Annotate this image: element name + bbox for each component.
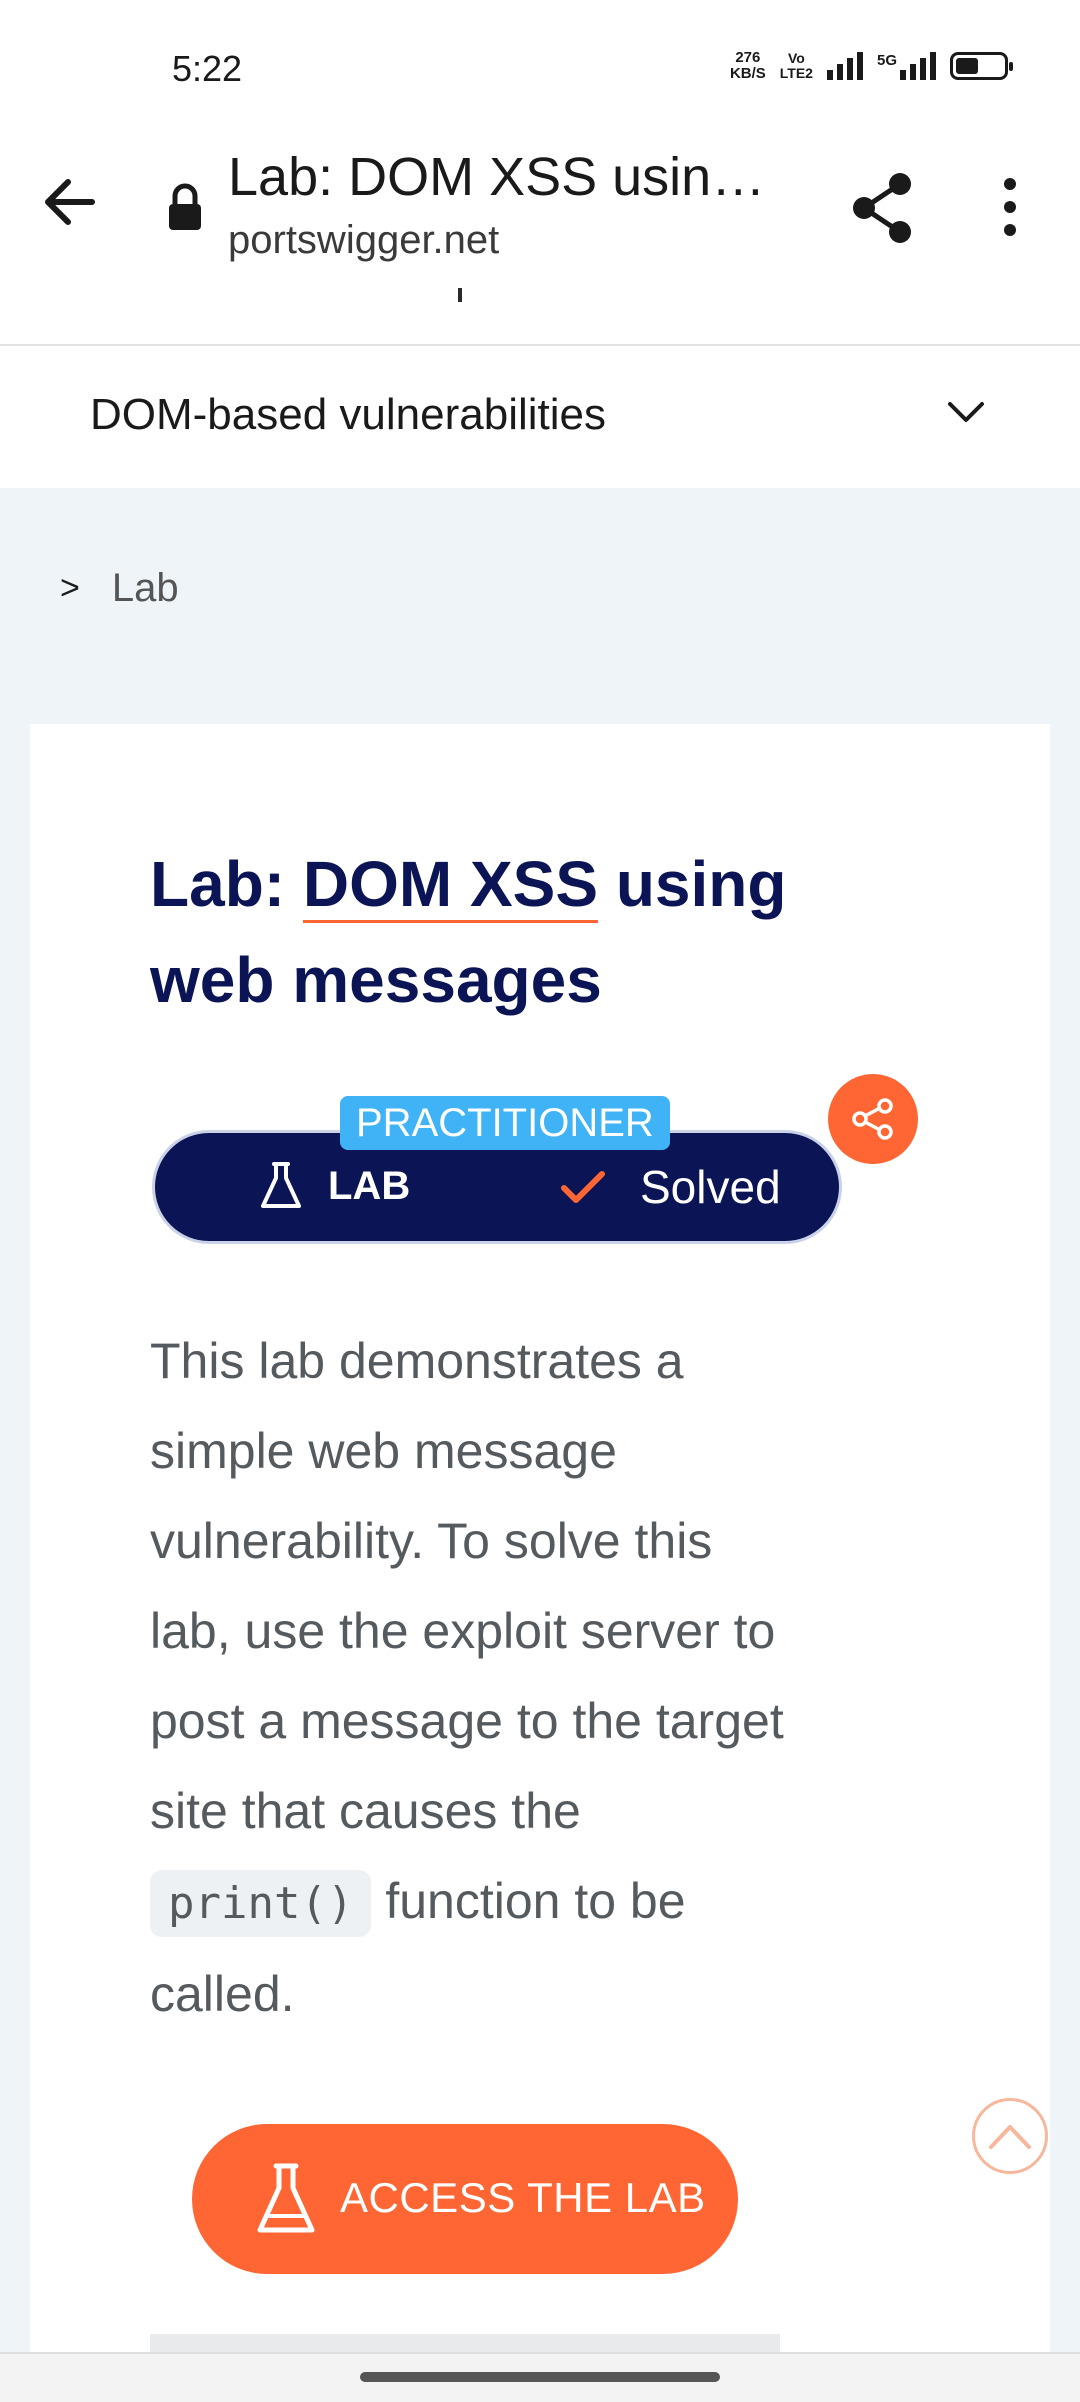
- breadcrumb: > Lab: [60, 566, 179, 611]
- share-button[interactable]: [850, 170, 916, 246]
- access-lab-button[interactable]: ACCESS THE LAB: [192, 2124, 738, 2274]
- lock-icon[interactable]: [165, 182, 205, 232]
- scroll-to-top-button[interactable]: [972, 2098, 1048, 2174]
- page-title[interactable]: Lab: DOM XSS usin…: [228, 146, 765, 208]
- nav-section-dom-vulnerabilities[interactable]: DOM-based vulnerabilities: [0, 346, 1080, 488]
- share-lab-button[interactable]: [828, 1074, 918, 1164]
- browser-toolbar: Lab: DOM XSS usin… portswigger.net: [0, 130, 1080, 290]
- more-menu-button[interactable]: [992, 172, 1028, 242]
- share-icon: [852, 1098, 893, 1140]
- more-vertical-icon: [1004, 178, 1016, 236]
- back-button[interactable]: [40, 172, 100, 232]
- access-lab-label: ACCESS THE LAB: [340, 2174, 706, 2221]
- chevron-up-icon: [989, 2125, 1031, 2149]
- title-link[interactable]: DOM XSS: [302, 848, 599, 923]
- share-icon: [853, 173, 911, 243]
- status-time: 5:22: [172, 48, 243, 89]
- nav-row-partial: [0, 288, 1080, 346]
- lab-type-label: LAB: [328, 1164, 411, 1208]
- lab-description: This lab demonstrates a simple web messa…: [150, 1333, 784, 2022]
- status-icons: 276 KB/S Vo LTE2 5G: [729, 49, 1013, 82]
- signal-icon: [826, 52, 863, 80]
- network-speed: 276 KB/S: [729, 49, 766, 82]
- volte-icon: Vo LTE2: [779, 50, 813, 81]
- lab-title: Lab: DOM XSS using web messages: [150, 848, 787, 1016]
- battery-icon: [950, 52, 1013, 80]
- flask-icon: [257, 2163, 315, 2233]
- inline-code: print(): [150, 1870, 372, 1937]
- level-badge: PRACTITIONER: [340, 1096, 670, 1150]
- chevron-down-icon: [948, 402, 984, 422]
- flask-icon: [261, 1162, 301, 1208]
- url-host[interactable]: portswigger.net: [228, 218, 499, 263]
- nav-section-label: DOM-based vulnerabilities: [90, 390, 606, 439]
- check-icon: [561, 1171, 605, 1203]
- home-indicator[interactable]: [360, 2372, 720, 2382]
- breadcrumb-separator: >: [60, 569, 80, 607]
- signal-5g-icon: 5G: [877, 52, 936, 80]
- arrow-left-icon: [45, 179, 95, 225]
- solved-status: Solved: [640, 1161, 781, 1213]
- status-bar: 5:22 276 KB/S Vo LTE2 5G: [0, 0, 1080, 130]
- breadcrumb-current[interactable]: Lab: [112, 566, 179, 611]
